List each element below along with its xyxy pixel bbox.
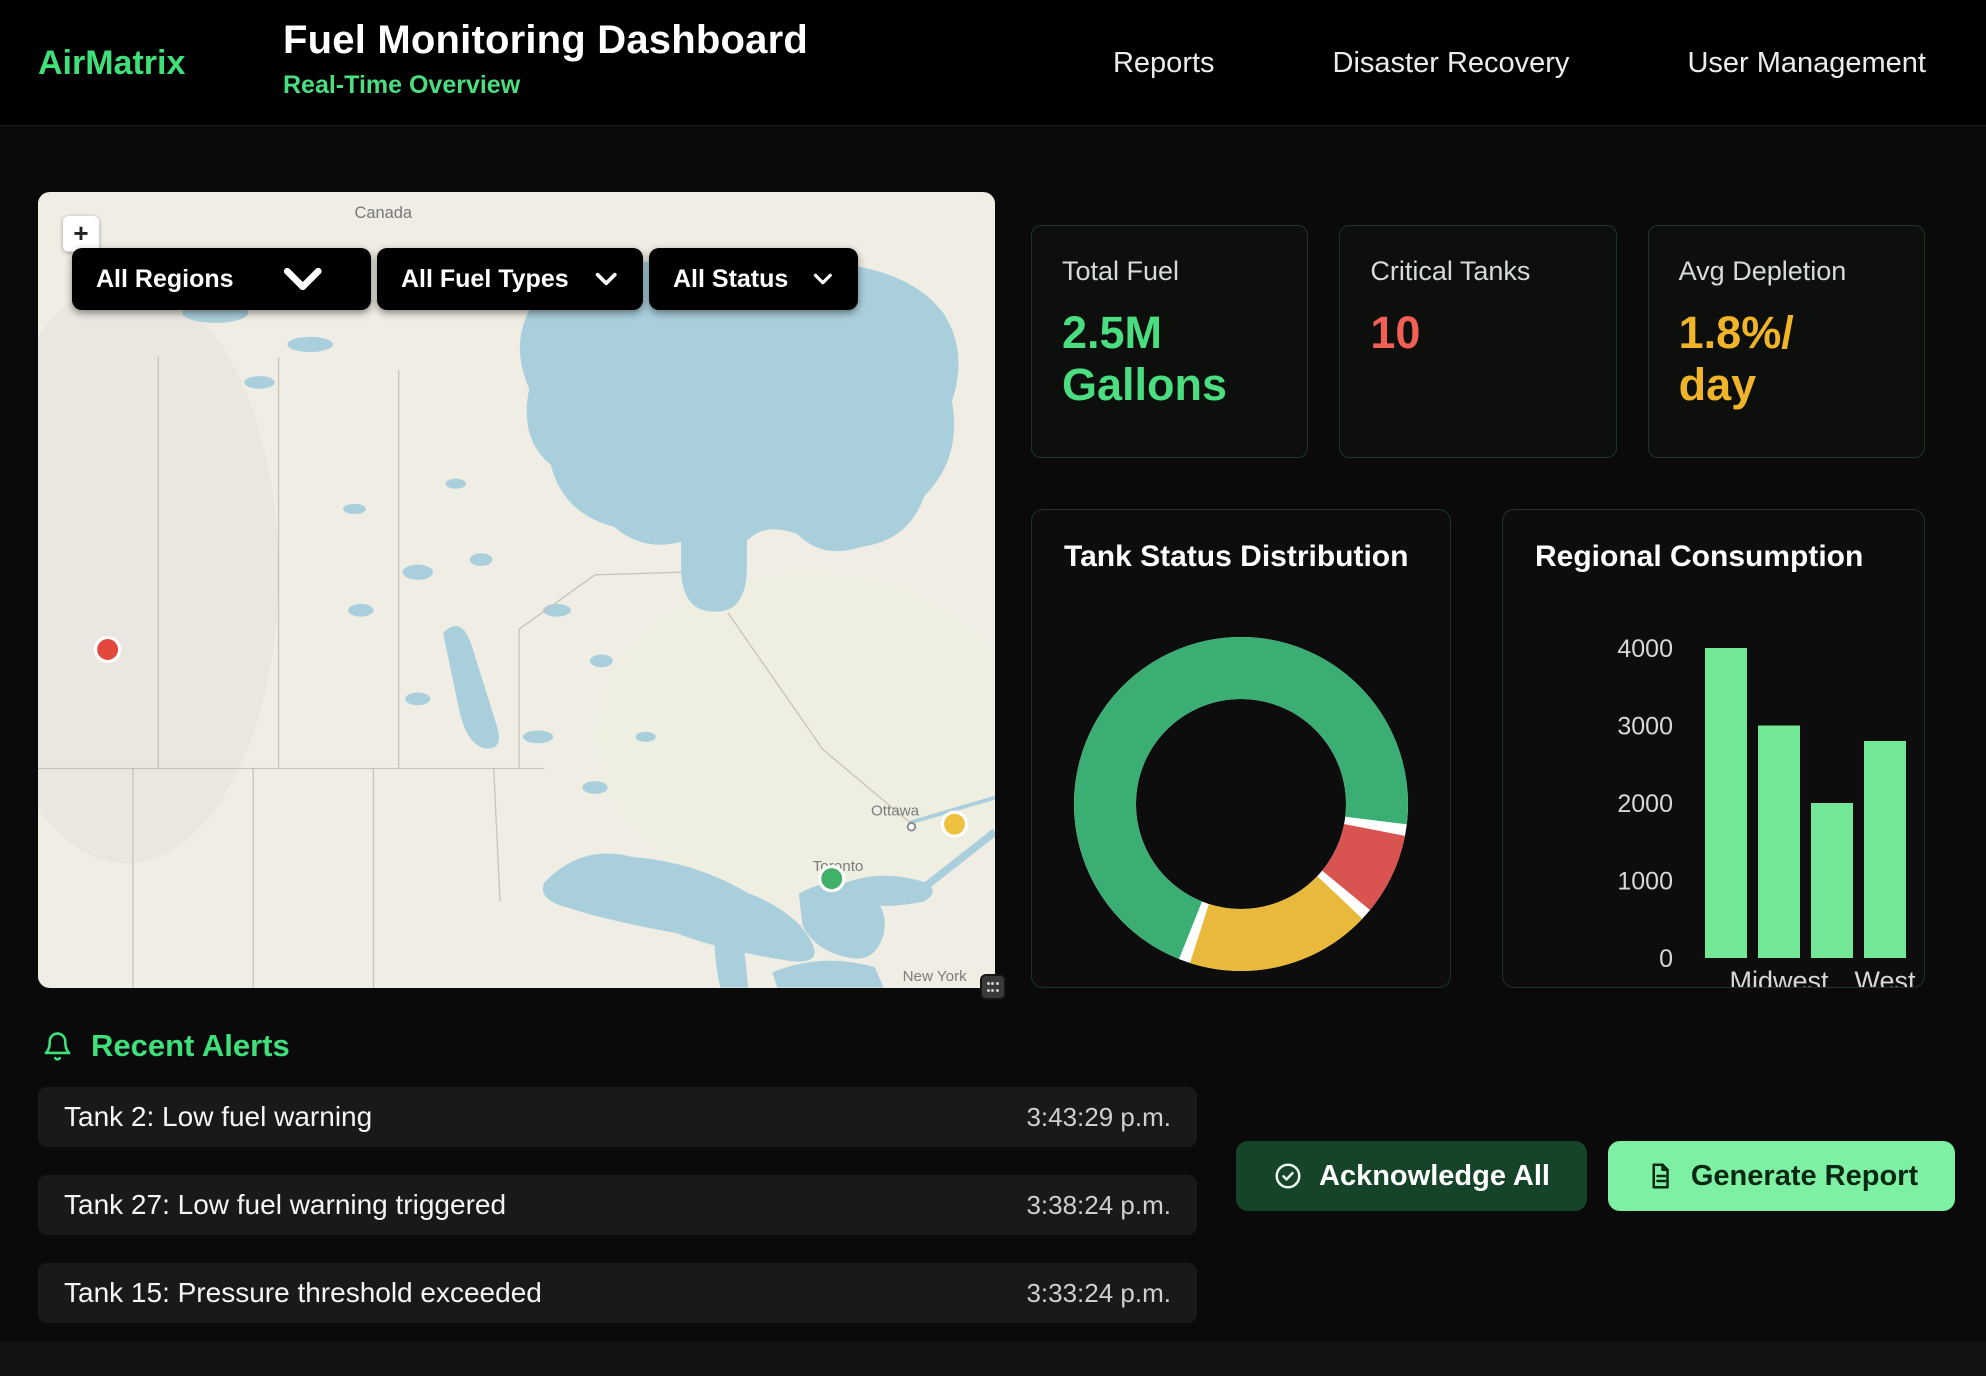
tank-marker-warning[interactable]	[942, 812, 966, 836]
alert-message: Tank 27: Low fuel warning triggered	[64, 1189, 506, 1221]
chevron-down-icon	[589, 248, 623, 310]
acknowledge-all-button[interactable]: Acknowledge All	[1236, 1141, 1587, 1211]
stats-row: Total Fuel 2.5M Gallons Critical Tanks 1…	[1031, 225, 1925, 458]
y-tick-label: 2000	[1617, 790, 1673, 818]
stat-card-critical-tanks: Critical Tanks 10	[1339, 225, 1616, 458]
filter-status-value: All Status	[673, 265, 788, 294]
map-filter-bar: All Regions All Fuel Types All Status	[72, 248, 858, 310]
cutoff-panel	[0, 1342, 1986, 1376]
bar	[1758, 726, 1800, 959]
nav-disaster-recovery[interactable]: Disaster Recovery	[1333, 47, 1570, 80]
stat-value-avg-depletion: 1.8%/day	[1679, 307, 1805, 411]
chevron-down-icon	[254, 248, 351, 310]
bar	[1705, 648, 1747, 958]
regional-consumption-card: Regional Consumption 0 1000 2000 3000 4000 Mi…	[1502, 509, 1925, 988]
donut-segments	[1105, 668, 1377, 940]
x-tick-label: Midwest	[1729, 966, 1829, 988]
check-circle-icon	[1273, 1161, 1303, 1191]
alert-message: Tank 15: Pressure threshold exceeded	[64, 1277, 542, 1309]
y-tick-label: 4000	[1617, 635, 1673, 663]
filter-regions-dropdown[interactable]: All Regions	[72, 248, 371, 310]
y-tick-label: 3000	[1617, 713, 1673, 741]
donut-chart-title: Tank Status Distribution	[1064, 540, 1418, 574]
y-tick-label: 1000	[1617, 868, 1673, 896]
stat-card-avg-depletion: Avg Depletion 1.8%/day	[1648, 225, 1925, 458]
bar-chart-title: Regional Consumption	[1535, 540, 1892, 574]
alert-row[interactable]: Tank 27: Low fuel warning triggered 3:38…	[38, 1175, 1197, 1235]
stat-card-total-fuel: Total Fuel 2.5M Gallons	[1031, 225, 1308, 458]
bar	[1811, 803, 1853, 958]
alert-timestamp: 3:38:24 p.m.	[1026, 1190, 1171, 1221]
stat-label: Critical Tanks	[1370, 256, 1585, 287]
bar	[1864, 741, 1906, 958]
chevron-down-icon	[808, 248, 838, 310]
stat-label: Total Fuel	[1062, 256, 1277, 287]
dashboard-root: AirMatrix Fuel Monitoring Dashboard Real…	[0, 0, 1986, 1376]
page-title: Fuel Monitoring Dashboard	[283, 18, 808, 63]
alert-row[interactable]: Tank 15: Pressure threshold exceeded 3:3…	[38, 1263, 1197, 1323]
filter-status-dropdown[interactable]: All Status	[649, 248, 858, 310]
report-document-icon	[1645, 1161, 1675, 1191]
ottawa-town-icon	[908, 823, 916, 831]
map-panel: Canada Ottawa Toronto New York + All Reg…	[38, 192, 995, 988]
main-nav: Reports Disaster Recovery User Managemen…	[1113, 0, 1926, 126]
donut-chart	[1071, 634, 1411, 974]
header: AirMatrix Fuel Monitoring Dashboard Real…	[0, 0, 1986, 126]
brand-logo[interactable]: AirMatrix	[38, 0, 185, 126]
bell-icon	[42, 1031, 73, 1062]
alerts-header: Recent Alerts	[42, 1028, 290, 1064]
filter-fueltypes-value: All Fuel Types	[401, 265, 569, 294]
page-subtitle: Real-Time Overview	[283, 71, 808, 100]
x-tick-label: West	[1854, 966, 1916, 988]
stat-value-critical-tanks: 10	[1370, 307, 1585, 359]
alert-message: Tank 2: Low fuel warning	[64, 1101, 372, 1133]
stat-value-total-fuel: 2.5M Gallons	[1062, 307, 1277, 411]
resize-handle[interactable]	[980, 974, 1006, 1000]
tank-marker-critical[interactable]	[96, 637, 120, 661]
stat-label: Avg Depletion	[1679, 256, 1894, 287]
map-zoom-control: +	[63, 216, 99, 252]
generate-report-label: Generate Report	[1691, 1160, 1918, 1193]
filter-fueltypes-dropdown[interactable]: All Fuel Types	[377, 248, 643, 310]
tank-marker-normal[interactable]	[820, 867, 844, 891]
tank-status-card: Tank Status Distribution	[1031, 509, 1451, 988]
label-ottawa: Ottawa	[871, 802, 920, 819]
generate-report-button[interactable]: Generate Report	[1608, 1141, 1955, 1211]
y-tick-label: 0	[1659, 945, 1673, 973]
nav-reports[interactable]: Reports	[1113, 47, 1215, 80]
bar-chart-svg: 0 1000 2000 3000 4000 Midwest West	[1535, 600, 1925, 988]
filter-regions-value: All Regions	[96, 265, 234, 294]
alert-timestamp: 3:33:24 p.m.	[1026, 1278, 1171, 1309]
nav-user-management[interactable]: User Management	[1687, 47, 1926, 80]
title-block: Fuel Monitoring Dashboard Real-Time Over…	[283, 18, 808, 100]
acknowledge-all-label: Acknowledge All	[1319, 1160, 1550, 1193]
zoom-in-button[interactable]: +	[63, 216, 99, 252]
map-svg: Canada Ottawa Toronto New York	[38, 192, 995, 988]
alert-row[interactable]: Tank 2: Low fuel warning 3:43:29 p.m.	[38, 1087, 1197, 1147]
label-newyork: New York	[903, 968, 968, 985]
label-canada: Canada	[354, 204, 412, 222]
alerts-heading: Recent Alerts	[91, 1028, 290, 1064]
map-canvas[interactable]: Canada Ottawa Toronto New York + All Reg…	[38, 192, 995, 988]
alert-timestamp: 3:43:29 p.m.	[1026, 1102, 1171, 1133]
